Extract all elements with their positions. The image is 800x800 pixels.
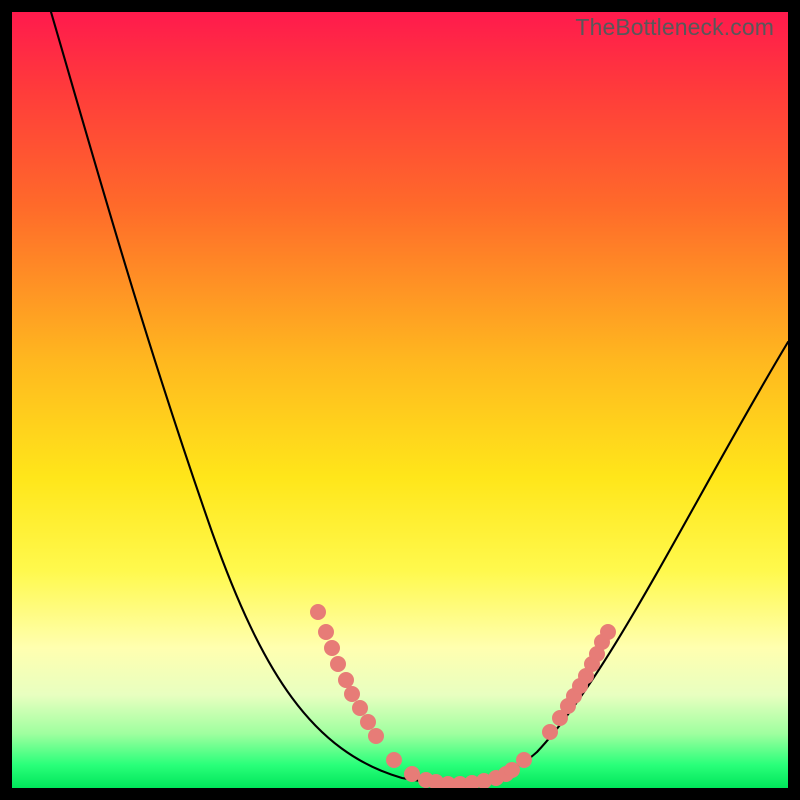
highlight-dot [345, 687, 360, 702]
highlight-dot [595, 635, 610, 650]
highlight-dot [517, 753, 532, 768]
highlight-dot [553, 711, 568, 726]
highlight-dot [387, 753, 402, 768]
highlight-dot [505, 763, 520, 778]
highlight-dot [465, 776, 480, 789]
highlight-dot [499, 767, 514, 782]
highlight-dot [543, 725, 558, 740]
highlight-dot [585, 657, 600, 672]
highlight-dot [441, 777, 456, 789]
plot-area: TheBottleneck.com [12, 12, 788, 788]
highlight-dot [319, 625, 334, 640]
highlight-dot [489, 771, 504, 786]
highlight-dot [601, 625, 616, 640]
highlight-dot [353, 701, 368, 716]
highlight-dot [331, 657, 346, 672]
highlight-dot [419, 773, 434, 788]
highlight-dot [311, 605, 326, 620]
chart-container: TheBottleneck.com [0, 0, 800, 800]
highlighted-points-group [311, 605, 616, 789]
chart-svg [12, 12, 788, 788]
highlight-dot [573, 679, 588, 694]
highlight-dot [453, 777, 468, 789]
highlight-dot [590, 647, 605, 662]
highlight-dot [405, 767, 420, 782]
highlight-dot [579, 669, 594, 684]
highlight-dot [561, 699, 576, 714]
highlight-dot [339, 673, 354, 688]
highlight-dot [361, 715, 376, 730]
bottleneck-curve [51, 12, 788, 783]
highlight-dot [369, 729, 384, 744]
highlight-dot [325, 641, 340, 656]
watermark-text: TheBottleneck.com [575, 14, 774, 41]
highlight-dot [429, 775, 444, 789]
highlight-dot [567, 689, 582, 704]
highlight-dot [477, 774, 492, 789]
